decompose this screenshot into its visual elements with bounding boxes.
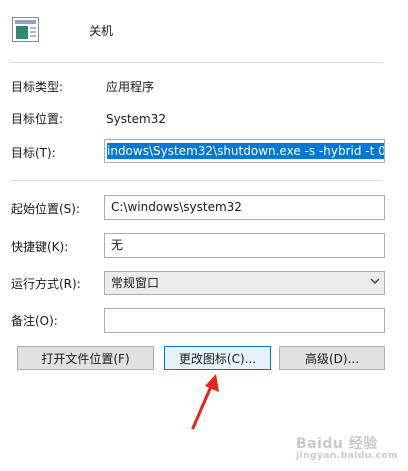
shortcut-icon — [12, 17, 39, 42]
target-type-value: 应用程序 — [106, 80, 155, 94]
shortcut-key-input[interactable]: 无 — [104, 233, 385, 258]
run-label: 运行方式(R): — [11, 277, 81, 291]
advanced-button[interactable]: 高级(D)... — [279, 346, 385, 370]
start-in-label: 起始位置(S): — [11, 202, 81, 216]
divider — [10, 62, 383, 63]
change-icon-button[interactable]: 更改图标(C)... — [164, 346, 271, 370]
run-select-value: 常规窗口 — [111, 276, 160, 290]
start-in-input[interactable]: C:\windows\system32 — [104, 195, 385, 220]
chevron-down-icon — [370, 278, 380, 284]
target-location-value: System32 — [106, 112, 167, 126]
target-input-selection: indows\System32\shutdown.exe -s -hybrid … — [107, 143, 385, 159]
open-file-location-button[interactable]: 打开文件位置(F) — [17, 346, 154, 370]
comment-input[interactable] — [104, 308, 385, 333]
arrow-shaft — [191, 382, 214, 430]
comment-label: 备注(O): — [11, 314, 58, 328]
shortcut-properties-panel: 关机 目标类型: 应用程序 目标位置: System32 目标(T): indo… — [0, 0, 408, 471]
target-label: 目标(T): — [11, 146, 56, 160]
target-input[interactable]: indows\System32\shutdown.exe -s -hybrid … — [104, 139, 385, 163]
divider — [10, 180, 383, 181]
watermark-logo: Baidu 经验 jingyan.baidu.com — [296, 433, 398, 461]
target-type-label: 目标类型: — [11, 80, 64, 94]
red-arrow-annotation — [191, 374, 219, 430]
shortcut-name: 关机 — [89, 24, 114, 38]
run-select[interactable]: 常规窗口 — [104, 271, 385, 295]
arrow-head — [205, 374, 219, 392]
watermark-text: Baidu 经验 — [295, 436, 378, 452]
watermark-subtext: jingyan.baidu.com — [295, 451, 398, 461]
shortcut-key-label: 快捷键(K): — [11, 240, 69, 254]
target-location-label: 目标位置: — [11, 112, 64, 126]
